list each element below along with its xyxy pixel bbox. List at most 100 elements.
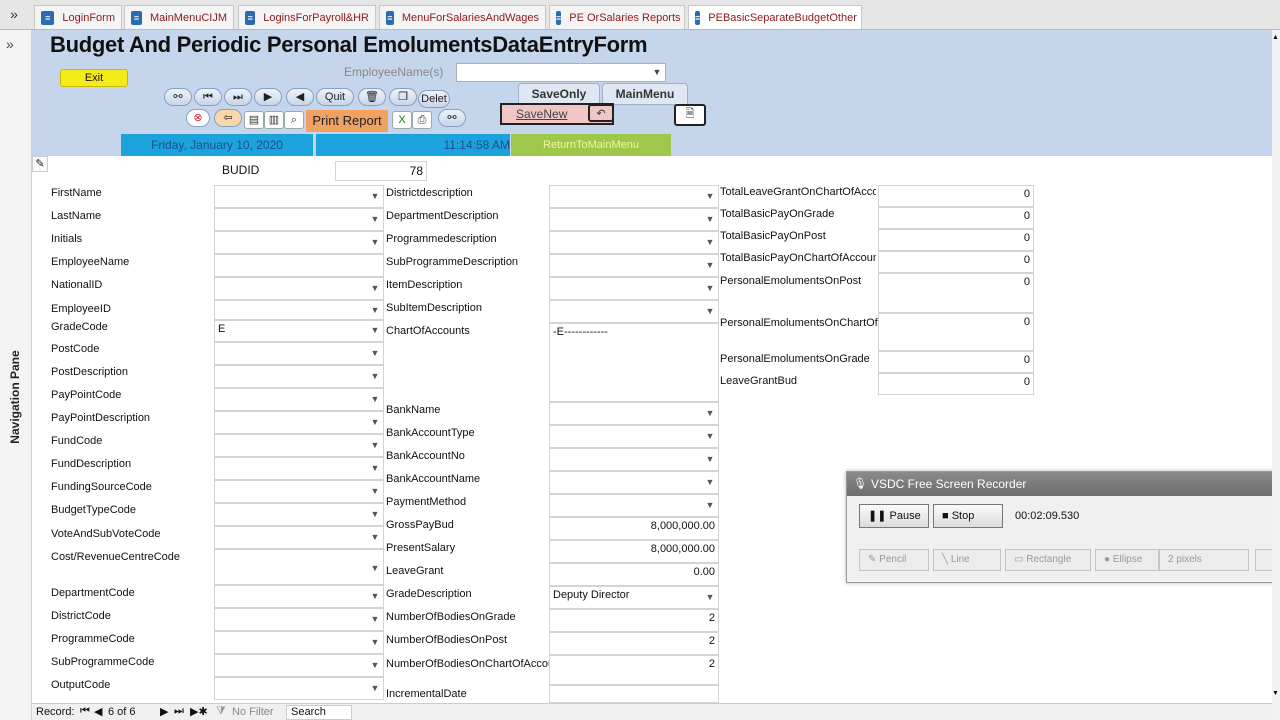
print-report-button[interactable]: Print Report bbox=[306, 110, 388, 132]
chevron-down-icon[interactable]: ▼ bbox=[703, 260, 717, 270]
chevron-down-icon[interactable]: ▼ bbox=[368, 325, 382, 335]
tab-pe-reports[interactable]: ≡ PE OrSalaries Reports bbox=[549, 5, 685, 29]
sub-programme-description-field[interactable] bbox=[549, 254, 719, 277]
new-record-icon[interactable]: ▶✱ bbox=[190, 705, 208, 718]
fund-code-field[interactable] bbox=[214, 434, 384, 457]
return-to-main-menu-button[interactable]: ReturnToMainMenu bbox=[511, 134, 671, 156]
last-record-icon[interactable]: ⏭ bbox=[174, 705, 184, 718]
main-menu-button[interactable]: MainMenu bbox=[602, 83, 688, 105]
next-record-button[interactable]: ▶ bbox=[254, 88, 282, 106]
chevron-down-icon[interactable]: ▼ bbox=[703, 454, 717, 464]
print-button[interactable]: ⎙ bbox=[412, 111, 432, 129]
chevron-down-icon[interactable]: ▼ bbox=[703, 191, 717, 201]
tab-login-form[interactable]: ≡ LoginForm bbox=[34, 5, 122, 29]
item-description-field[interactable] bbox=[549, 277, 719, 300]
last-name-field[interactable] bbox=[214, 208, 384, 231]
chevron-down-icon[interactable]: ▼ bbox=[368, 237, 382, 247]
preview-button[interactable]: ⌕ bbox=[284, 111, 304, 129]
chevron-down-icon[interactable]: ▼ bbox=[703, 408, 717, 418]
pe-on-post-field[interactable]: 0 bbox=[878, 273, 1034, 313]
scroll-down-icon[interactable]: ▼ bbox=[1272, 690, 1279, 697]
stop-button[interactable]: ■ Stop bbox=[933, 504, 1003, 528]
leave-grant-field[interactable]: 0.00 bbox=[549, 563, 719, 586]
first-name-field[interactable] bbox=[214, 185, 384, 208]
funding-source-code-field[interactable] bbox=[214, 480, 384, 503]
rectangle-tool-button[interactable]: ▭ Rectangle bbox=[1005, 549, 1091, 571]
bodies-on-post-field[interactable]: 2 bbox=[549, 632, 719, 655]
search-button[interactable]: ⚯ bbox=[438, 109, 466, 127]
chevron-down-icon[interactable]: ▼ bbox=[368, 305, 382, 315]
pay-point-description-field[interactable] bbox=[214, 411, 384, 434]
chevron-down-icon[interactable]: ▼ bbox=[368, 591, 382, 601]
district-code-field[interactable] bbox=[214, 608, 384, 631]
chart-of-accounts-field[interactable]: -E------------ bbox=[549, 323, 719, 402]
bank-name-field[interactable] bbox=[549, 402, 719, 425]
pe-on-chart-field[interactable]: 0 bbox=[878, 313, 1034, 351]
first-record-icon[interactable]: ⏮ bbox=[80, 705, 90, 718]
bank-account-type-field[interactable] bbox=[549, 425, 719, 448]
stroke-size-select[interactable]: 2 pixels bbox=[1159, 549, 1249, 571]
pencil-tool-button[interactable]: ✎ Pencil bbox=[859, 549, 929, 571]
tab-logins-payroll[interactable]: ≡ LoginsForPayroll&HR bbox=[238, 5, 376, 29]
delete-button[interactable]: Delet bbox=[418, 90, 450, 108]
chevron-down-icon[interactable]: ▼ bbox=[368, 371, 382, 381]
chevron-down-icon[interactable]: ▼ bbox=[703, 477, 717, 487]
total-basic-pay-grade-field[interactable]: 0 bbox=[878, 207, 1034, 229]
search-box[interactable]: Search bbox=[286, 705, 352, 720]
incremental-date-field[interactable] bbox=[549, 685, 719, 703]
department-description-field[interactable] bbox=[549, 208, 719, 231]
chevron-down-icon[interactable]: ▼ bbox=[368, 348, 382, 358]
leave-grant-bud-field[interactable]: 0 bbox=[878, 373, 1034, 395]
next-record-icon[interactable]: ▶ bbox=[160, 705, 168, 718]
employee-name-field[interactable] bbox=[214, 254, 384, 277]
programme-description-field[interactable] bbox=[549, 231, 719, 254]
save-only-button[interactable]: SaveOnly bbox=[518, 83, 600, 105]
chevron-down-icon[interactable]: ▼ bbox=[368, 683, 382, 693]
chevron-down-icon[interactable]: ▼ bbox=[703, 214, 717, 224]
expand-nav-icon[interactable]: » bbox=[6, 36, 14, 52]
total-leave-grant-field[interactable]: 0 bbox=[878, 185, 1034, 207]
bank-account-name-field[interactable] bbox=[549, 471, 719, 494]
chevron-down-icon[interactable]: ▼ bbox=[703, 237, 717, 247]
employee-name-combo[interactable]: ▼ bbox=[456, 63, 666, 82]
tab-pe-basic-budget[interactable]: ≡ PEBasicSeparateBudgetOther bbox=[688, 5, 862, 29]
first-record-button[interactable]: ⏮ bbox=[194, 88, 222, 106]
chevron-down-icon[interactable]: ▼ bbox=[703, 500, 717, 510]
chevron-down-icon[interactable]: ▼ bbox=[368, 417, 382, 427]
previous-record-button[interactable]: ◀ bbox=[286, 88, 314, 106]
sub-programme-code-field[interactable] bbox=[214, 654, 384, 677]
form-view-button[interactable]: ▤ bbox=[244, 111, 264, 129]
payment-method-field[interactable] bbox=[549, 494, 719, 517]
pencil-icon[interactable]: ✎ bbox=[32, 156, 48, 172]
department-code-field[interactable] bbox=[214, 585, 384, 608]
employee-id-field[interactable] bbox=[214, 300, 384, 320]
chevron-down-icon[interactable]: ▼ bbox=[703, 592, 717, 602]
attachment-button[interactable]: 🗎 bbox=[674, 104, 706, 126]
navigation-pane[interactable]: » Navigation Pane bbox=[0, 30, 32, 720]
initials-field[interactable] bbox=[214, 231, 384, 254]
national-id-field[interactable] bbox=[214, 277, 384, 300]
chevron-down-icon[interactable]: ▼ bbox=[703, 283, 717, 293]
line-tool-button[interactable]: ╲ Line bbox=[933, 549, 1001, 571]
tab-main-menu[interactable]: ≡ MainMenuCIJM bbox=[124, 5, 234, 29]
chevron-down-icon[interactable]: ▼ bbox=[368, 191, 382, 201]
chevron-down-icon[interactable]: ▼ bbox=[368, 509, 382, 519]
undo-button[interactable]: ↶ bbox=[588, 104, 614, 122]
fund-description-field[interactable] bbox=[214, 457, 384, 480]
gross-pay-bud-field[interactable]: 8,000,000.00 bbox=[549, 517, 719, 540]
chevron-down-icon[interactable]: ▼ bbox=[368, 637, 382, 647]
pe-on-grade-field[interactable]: 0 bbox=[878, 351, 1034, 373]
cost-revenue-centre-code-field[interactable] bbox=[214, 549, 384, 585]
post-code-field[interactable] bbox=[214, 342, 384, 365]
exit-button[interactable]: Exit bbox=[60, 69, 128, 87]
grade-code-field[interactable]: E bbox=[214, 320, 384, 342]
present-salary-field[interactable]: 8,000,000.00 bbox=[549, 540, 719, 563]
back-button[interactable]: ⇦ bbox=[214, 109, 242, 127]
post-description-field[interactable] bbox=[214, 365, 384, 388]
ellipse-tool-button[interactable]: ● Ellipse bbox=[1095, 549, 1159, 571]
total-basic-pay-chart-field[interactable]: 0 bbox=[878, 251, 1034, 273]
vote-subvote-code-field[interactable] bbox=[214, 526, 384, 549]
chevron-down-icon[interactable]: ▼ bbox=[368, 440, 382, 450]
vertical-scrollbar[interactable]: ▲ ▼ bbox=[1272, 30, 1280, 720]
chevron-down-icon[interactable]: ▼ bbox=[368, 463, 382, 473]
